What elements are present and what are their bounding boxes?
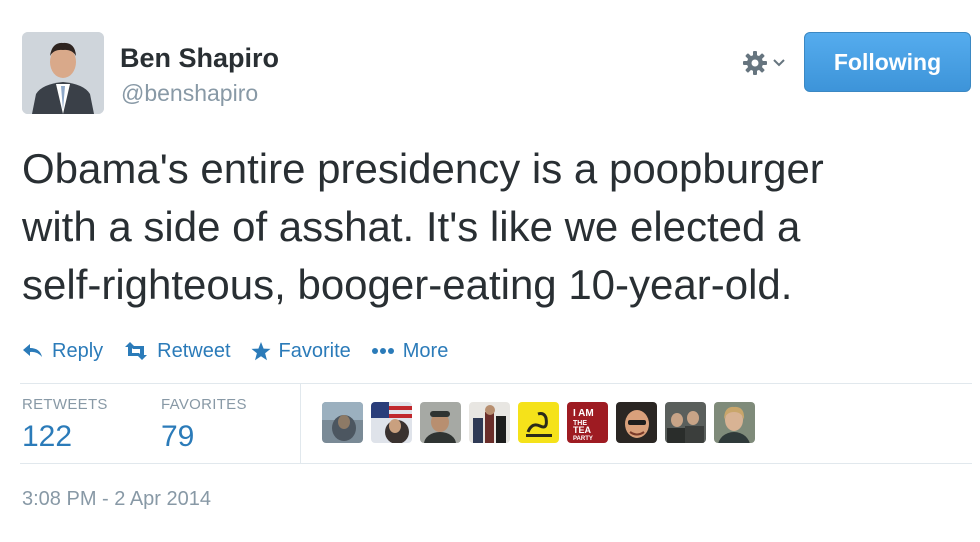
author-name[interactable]: Ben Shapiro	[120, 43, 279, 74]
user-avatar-2-icon	[371, 402, 412, 443]
favorite-action[interactable]: Favorite	[251, 340, 351, 363]
reply-action[interactable]: Reply	[22, 340, 103, 363]
retweet-action[interactable]: Retweet	[123, 339, 231, 363]
gadsden-flag-avatar[interactable]	[518, 402, 559, 443]
user-avatar-3[interactable]	[420, 402, 461, 443]
favoriting-users: I AM THE TEA PARTY	[322, 402, 755, 443]
tea-party-avatar[interactable]: I AM THE TEA PARTY	[567, 402, 608, 443]
user-avatar-9[interactable]	[714, 402, 755, 443]
favorites-stat[interactable]: FAVORITES 79	[161, 396, 247, 454]
user-avatar-4-icon	[469, 402, 510, 443]
more-action[interactable]: More	[371, 339, 449, 363]
retweets-label: RETWEETS	[22, 396, 108, 413]
user-avatar-4[interactable]	[469, 402, 510, 443]
tweet-text: Obama's entire presidency is a poopburge…	[22, 145, 824, 308]
user-avatar-9-icon	[714, 402, 755, 443]
tweet-actions: Reply Retweet Favorite More	[22, 337, 468, 365]
chevron-down-icon	[773, 59, 785, 67]
user-avatar-8-icon	[665, 402, 706, 443]
retweets-stat[interactable]: RETWEETS 122	[22, 396, 108, 454]
user-avatar-1-icon	[322, 402, 363, 443]
retweet-label: Retweet	[157, 339, 231, 362]
tweet-card: Ben Shapiro @benshapiro Following Obama'…	[0, 0, 980, 542]
stats-divider-bottom	[20, 463, 972, 464]
stats-divider-top	[20, 383, 972, 384]
user-avatar-7[interactable]	[616, 402, 657, 443]
user-avatar-2[interactable]	[371, 402, 412, 443]
favorite-label: Favorite	[278, 339, 351, 362]
author-avatar[interactable]	[22, 32, 104, 114]
favorites-count: 79	[161, 420, 195, 453]
profile-photo-icon	[22, 32, 104, 114]
tweet-options-menu[interactable]	[742, 48, 794, 78]
reply-icon	[23, 344, 42, 357]
more-label: More	[402, 339, 449, 362]
following-button[interactable]: Following	[804, 32, 971, 92]
tea-party-icon: I AM THE TEA PARTY	[567, 402, 608, 443]
svg-text:PARTY: PARTY	[573, 436, 593, 442]
favorites-label: FAVORITES	[161, 396, 247, 413]
more-dots-icon	[371, 348, 394, 354]
tweet-timestamp[interactable]: 3:08 PM - 2 Apr 2014	[22, 488, 211, 511]
gear-icon	[743, 51, 767, 75]
user-avatar-8[interactable]	[665, 402, 706, 443]
user-avatar-3-icon	[420, 402, 461, 443]
star-icon	[251, 341, 271, 360]
user-avatar-7-icon	[616, 402, 657, 443]
retweet-icon	[125, 342, 148, 360]
gadsden-flag-icon	[518, 402, 559, 443]
stats-divider-vertical	[300, 384, 301, 463]
author-handle[interactable]: @benshapiro	[121, 80, 258, 107]
svg-text:TEA: TEA	[573, 425, 592, 435]
retweets-count: 122	[22, 420, 73, 453]
reply-label: Reply	[52, 339, 104, 362]
svg-text:I AM: I AM	[573, 408, 594, 419]
user-avatar-1[interactable]	[322, 402, 363, 443]
